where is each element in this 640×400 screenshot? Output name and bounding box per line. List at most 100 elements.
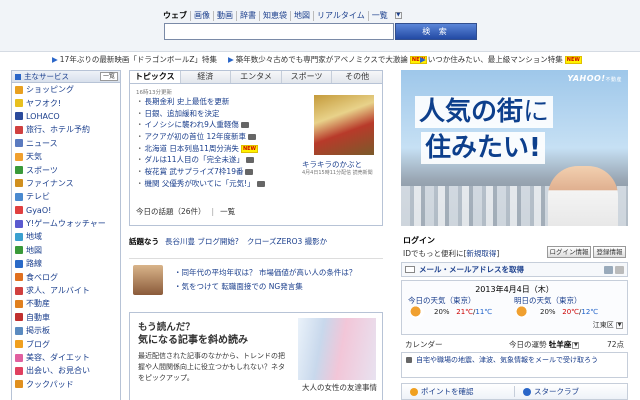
news-tab[interactable]: 経済: [180, 71, 232, 83]
mail-row[interactable]: メール・メールアドレスを取得: [401, 262, 628, 277]
search-tab[interactable]: 知恵袋: [260, 11, 291, 21]
news-photo[interactable]: [314, 95, 374, 155]
search-input[interactable]: [164, 23, 394, 40]
service-icon: [15, 219, 23, 228]
sidebar-item[interactable]: ニュース: [12, 137, 120, 150]
sidebar-item[interactable]: ショッピング: [12, 83, 120, 96]
news-photo-caption[interactable]: キラキラのかぶと: [302, 159, 382, 170]
login-button[interactable]: ログイン情報: [547, 246, 591, 258]
sidebar-item-label: 自動車: [26, 312, 50, 322]
sidebar-list-button[interactable]: 一覧: [99, 72, 118, 81]
service-icon: [15, 206, 23, 215]
search-tab[interactable]: 画像: [191, 11, 214, 21]
sidebar-item[interactable]: 自動車: [12, 311, 120, 324]
search-tab[interactable]: リアルタイム: [314, 11, 369, 21]
search-area: ウェブ 画像 動画 辞書 知恵袋 地図 リアルタイム 一覧 ▼ 検 索: [0, 0, 640, 52]
service-icon: [15, 259, 23, 268]
matome-subtitle[interactable]: 気になる記事を斜め読み: [138, 331, 248, 346]
sidebar-item[interactable]: 旅行、ホテル予約: [12, 123, 120, 136]
sidebar-item[interactable]: スポーツ: [12, 163, 120, 176]
news-tab[interactable]: エンタメ: [231, 71, 282, 83]
matome-caption[interactable]: 大人の女性の友達事情: [302, 382, 377, 393]
star-club-link[interactable]: スタークラブ: [514, 386, 627, 397]
disaster-alert-promo[interactable]: 自宅や職場の地震、津波、気象情報をメールで受け取ろう: [401, 352, 628, 378]
sidebar-item[interactable]: ブログ: [12, 337, 120, 350]
sidebar-item-label: 掲示板: [26, 326, 50, 336]
notepad-icon[interactable]: [604, 266, 613, 274]
news-item[interactable]: ・ダルは11人目の「完全未遂」: [136, 154, 284, 166]
weather-tomorrow-label[interactable]: 明日の天気（東京）: [514, 295, 582, 306]
horoscope[interactable]: 今日の運勢 牡羊座 ▼: [509, 339, 580, 350]
search-tab[interactable]: 動画: [214, 11, 237, 21]
avatar[interactable]: [133, 265, 163, 295]
sidebar-item[interactable]: 食べログ: [12, 270, 120, 283]
sidebar-item-label: スポーツ: [26, 165, 58, 175]
sidebar-item[interactable]: クックパッド: [12, 378, 120, 391]
news-item[interactable]: ・桜花賞 武サプライズ7枠19番: [136, 166, 284, 178]
sidebar-item[interactable]: Y!ゲームウォッチャー: [12, 217, 120, 230]
register-link[interactable]: 新規取得: [466, 249, 496, 258]
matome-photo[interactable]: [298, 318, 376, 380]
news-tab[interactable]: スポーツ: [281, 71, 333, 83]
news-item[interactable]: ・北海道 日本列島11周分消失 NEW: [136, 143, 284, 155]
weather-today-label[interactable]: 今日の天気（東京）: [408, 295, 476, 306]
news-item[interactable]: ・機関 父優秀が吹いてに「元気!」: [136, 178, 284, 190]
news-more-link[interactable]: 今日の話題（26件）: [136, 207, 206, 216]
weather-tomorrow-values: 20% 20℃/12℃: [540, 308, 599, 316]
ticker-item[interactable]: ▶ 築年数少々古めでも専門家がアベノミクスで大激論 NEW: [228, 55, 428, 65]
news-tab[interactable]: その他: [332, 71, 382, 83]
alert-text: 自宅や職場の地震、津波、気象情報をメールで受け取ろう: [416, 356, 598, 364]
hot-topic-link[interactable]: 長谷川豊 ブログ開始?: [165, 236, 239, 247]
ticker-item[interactable]: ▶ 17年ぶりの最新映画「ドラゴンボールZ」特集: [52, 55, 217, 65]
search-tab[interactable]: 辞書: [237, 11, 260, 21]
search-tab[interactable]: 地図: [291, 11, 314, 21]
news-item[interactable]: ・イノシシに襲われ9人重軽傷: [136, 119, 284, 131]
sidebar-item[interactable]: 求人、アルバイト: [12, 284, 120, 297]
ticker-item[interactable]: ▶ いつか住みたい、最上級マンション特集 NEW: [420, 55, 582, 65]
sidebar-item-label: 美容、ダイエット: [26, 353, 90, 362]
account-settings-button[interactable]: 登録情報: [593, 246, 626, 258]
sidebar-item[interactable]: LOHACO: [12, 110, 120, 123]
sidebar-item[interactable]: 掲示板: [12, 324, 120, 337]
calendar-link[interactable]: カレンダー: [405, 339, 443, 350]
sidebar-item[interactable]: 不動産: [12, 297, 120, 310]
news-item[interactable]: ・アクアが初の首位 12年度新車: [136, 131, 284, 143]
sidebar-item-label: 天気: [26, 152, 42, 162]
sidebar-item[interactable]: 地図: [12, 244, 120, 257]
real-estate-ad[interactable]: YAHOO!不動産 人気の街に 住みたい!: [401, 70, 628, 226]
weather-box: 2013年4月4日（木） 今日の天気（東京） 明日の天気（東京） 20% 21℃…: [401, 280, 628, 335]
search-tab[interactable]: ウェブ: [160, 11, 191, 21]
weather-region-select[interactable]: 江東区 ▼: [593, 320, 623, 330]
news-tab[interactable]: トピックス: [130, 71, 181, 83]
career-link[interactable]: ・気をつけて 転職面接での NG発言集: [174, 281, 303, 292]
sidebar-item[interactable]: 出会い、お見合い: [12, 364, 120, 377]
sidebar-item[interactable]: GyaO!: [12, 204, 120, 217]
sidebar-item[interactable]: 路線: [12, 257, 120, 270]
hot-topic-link[interactable]: クローズZERO3 撮影か: [247, 236, 327, 247]
search-button[interactable]: 検 索: [395, 23, 477, 40]
sidebar-item-label: GyaO!: [26, 205, 52, 215]
calendar-icon[interactable]: [615, 266, 624, 274]
search-tab[interactable]: 一覧: [369, 11, 391, 21]
news-list-link[interactable]: 一覧: [220, 207, 235, 216]
sidebar-item[interactable]: 地域: [12, 230, 120, 243]
news-item[interactable]: ・日銀、追加緩和を決定: [136, 108, 284, 120]
sidebar-item[interactable]: ヤフオク!: [12, 96, 120, 109]
service-icon: [15, 179, 23, 188]
chevron-down-icon[interactable]: ▼: [391, 11, 405, 21]
list-icon: [15, 73, 21, 80]
sidebar-item[interactable]: ファイナンス: [12, 177, 120, 190]
sidebar-item[interactable]: テレビ: [12, 190, 120, 203]
sidebar-item[interactable]: 美容、ダイエット: [12, 351, 120, 364]
career-link[interactable]: ・同年代の平均年収は？ 市場価値が高い人の条件は？: [174, 267, 356, 278]
sidebar-item-label: ファイナンス: [26, 178, 74, 188]
points-link[interactable]: ポイントを確認: [402, 386, 514, 397]
ad-people: [548, 166, 618, 226]
search-tabs: ウェブ 画像 動画 辞書 知恵袋 地図 リアルタイム 一覧 ▼: [160, 10, 405, 22]
service-icon: [15, 299, 23, 308]
news-item[interactable]: ・長期金利 史上最低を更新: [136, 96, 284, 108]
sidebar-item-label: 求人、アルバイト: [26, 286, 90, 296]
service-icon: [15, 340, 23, 349]
sidebar-item[interactable]: 天気: [12, 150, 120, 163]
coin-icon: [410, 387, 418, 396]
